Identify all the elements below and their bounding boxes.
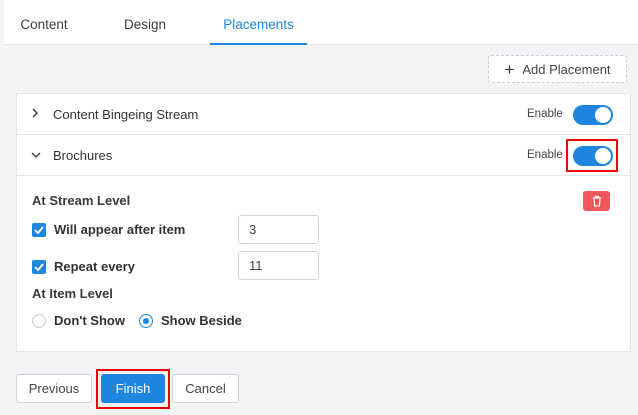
enable-label: Enable [527, 149, 563, 161]
delete-placement-button[interactable] [583, 191, 610, 211]
tab-design[interactable]: Design [119, 0, 171, 45]
plus-icon: + [504, 59, 515, 79]
appear-after-label: Will appear after item [54, 222, 186, 237]
appear-after-checkbox-row[interactable]: Will appear after item [32, 222, 185, 237]
repeat-every-checkbox[interactable] [32, 259, 46, 274]
repeat-every-checkbox-row[interactable]: Repeat every [32, 259, 135, 274]
repeat-every-input[interactable] [238, 251, 319, 280]
trash-icon [592, 195, 601, 207]
enable-label: Enable [527, 108, 563, 120]
placements-panel: Content Bingeing Stream Enable Brochures… [16, 93, 631, 352]
toggle-highlight-box [566, 139, 618, 172]
checkmark-icon [34, 262, 44, 271]
placement-title: Brochures [53, 147, 113, 163]
stream-level-heading: At Stream Level [32, 193, 131, 208]
tab-content[interactable]: Content [19, 0, 69, 45]
add-placement-button[interactable]: + Add Placement [488, 55, 627, 83]
enable-toggle[interactable] [573, 105, 613, 125]
show-beside-radio[interactable] [138, 313, 153, 328]
chevron-down-icon[interactable] [31, 148, 41, 162]
placement-title: Content Bingeing Stream [53, 106, 199, 122]
dont-show-label: Don't Show [54, 313, 125, 328]
dont-show-radio[interactable] [32, 313, 46, 328]
appear-after-input[interactable] [238, 215, 319, 244]
toggle-knob [595, 107, 611, 123]
placement-row-brochures[interactable]: Brochures Enable [17, 135, 630, 176]
item-level-heading: At Item Level [32, 286, 113, 301]
finish-highlight-box [96, 369, 170, 409]
add-placement-label: Add Placement [522, 61, 611, 77]
cancel-button[interactable]: Cancel [172, 374, 239, 403]
repeat-every-label: Repeat every [54, 259, 135, 274]
appear-after-checkbox[interactable] [32, 222, 46, 237]
placement-row-content-bingeing-stream[interactable]: Content Bingeing Stream Enable [17, 94, 630, 135]
tab-bar: Content Design Placements [4, 0, 638, 45]
chevron-right-icon[interactable] [31, 107, 39, 121]
show-beside-label: Show Beside [160, 313, 242, 328]
item-level-radio-group: Don't Show Show Beside [32, 313, 242, 328]
checkmark-icon [34, 225, 44, 234]
previous-button[interactable]: Previous [16, 374, 92, 403]
tab-placements[interactable]: Placements [210, 0, 307, 45]
